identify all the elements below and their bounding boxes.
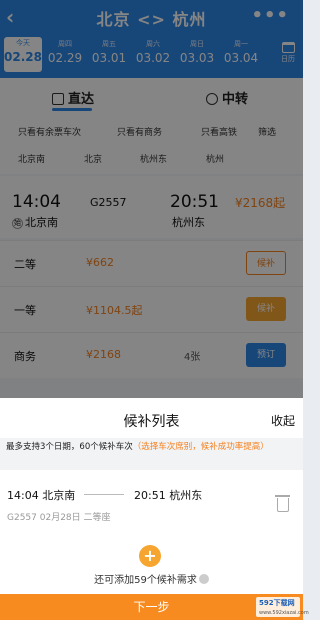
waitlist-notice: 最多支持3个日期，60个候补车次（选择车次席别，候补成功率提高） — [0, 438, 303, 470]
sheet-title: 候补列表 — [123, 414, 180, 430]
route-line — [84, 494, 124, 495]
add-candidate-hint: 还可添加59个候补需求 — [0, 571, 303, 586]
trash-icon[interactable] — [275, 495, 290, 512]
candidate-departure: 14:04 北京南 — [7, 489, 76, 502]
watermark-sub: www.592xiazai.com — [259, 610, 309, 616]
waitlist-sheet: 候补列表 收起 最多支持3个日期，60个候补车次（选择车次席别，候补成功率提高）… — [0, 398, 309, 620]
site-watermark: 592下载网 www.592xiazai.com — [256, 597, 309, 617]
collapse-button[interactable]: 收起 — [271, 412, 295, 429]
add-candidate-text: 还可添加59个候补需求 — [94, 575, 197, 586]
candidate-arrival: 20:51 杭州东 — [134, 489, 203, 502]
modal-overlay[interactable] — [0, 0, 303, 398]
notice-hint: （选择车次席别，候补成功率提高） — [132, 442, 269, 452]
watermark-main: 592下载网 — [259, 599, 295, 607]
notice-main: 最多支持3个日期，60个候补车次 — [6, 442, 133, 452]
info-icon[interactable] — [198, 574, 209, 584]
add-candidate-button[interactable]: + — [139, 545, 161, 567]
candidate-details: G2557 02月28日 二等座 — [7, 513, 111, 523]
